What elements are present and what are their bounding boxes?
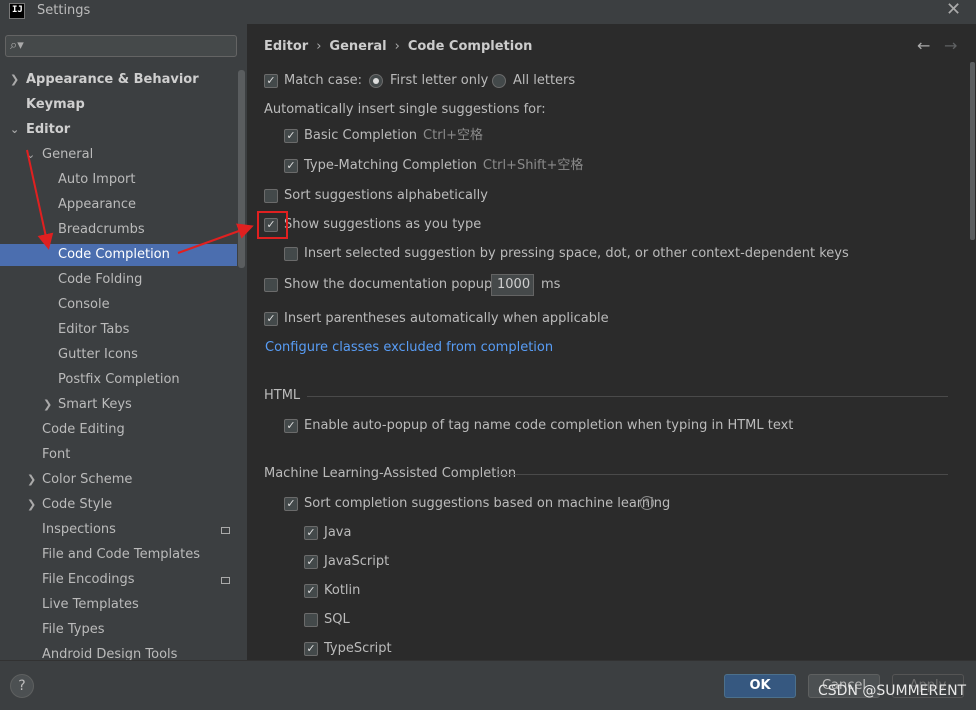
- help-button[interactable]: ?: [10, 674, 34, 698]
- ok-button[interactable]: OK: [724, 674, 796, 698]
- watermark-text: CSDN @SUMMERENT: [818, 683, 967, 699]
- annotation-arrow-right: [177, 223, 254, 254]
- annotation-arrows: [26, 149, 254, 254]
- annotation-arrow-down: [26, 149, 54, 250]
